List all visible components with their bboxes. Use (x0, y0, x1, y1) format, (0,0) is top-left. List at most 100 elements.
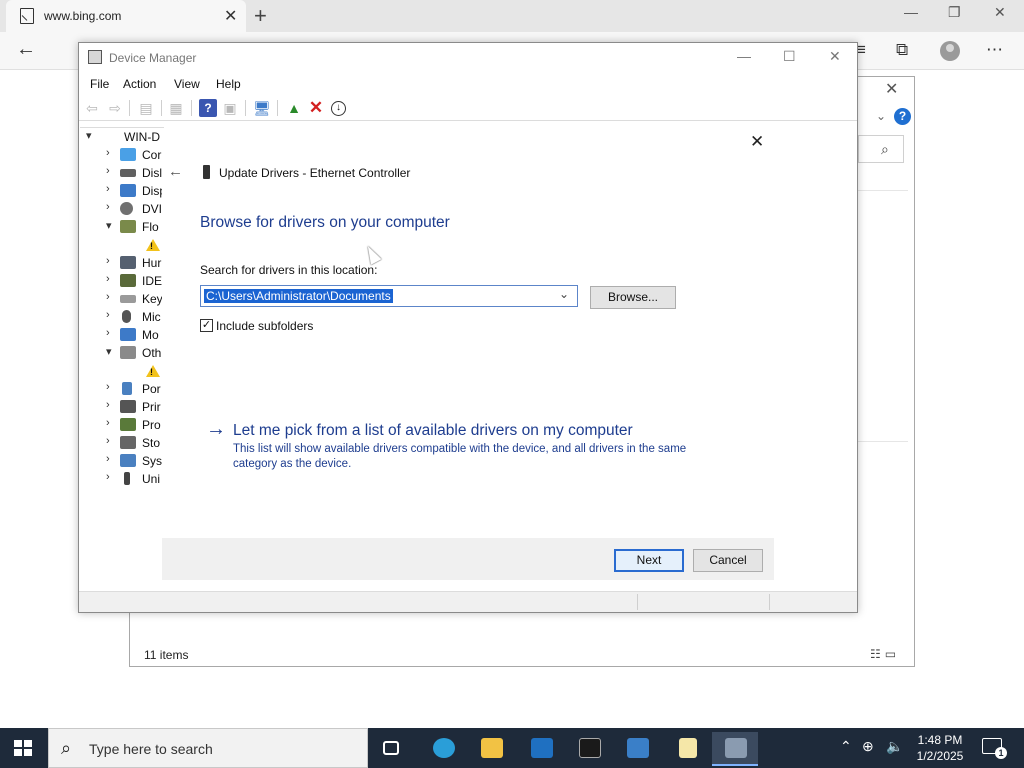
dvd-drive-icon (120, 202, 133, 215)
tree-label: Disp (142, 184, 164, 198)
view-toggle-icons[interactable]: ☷▭ (870, 647, 900, 661)
more-menu-button[interactable]: ⋯ (986, 40, 1003, 60)
action-pane-icon[interactable]: ▣ (221, 99, 239, 117)
browser-restore-button[interactable]: ❐ (948, 4, 961, 21)
warning-icon[interactable] (140, 362, 160, 377)
expander-icon[interactable]: ▾ (86, 129, 96, 142)
background-close-icon[interactable]: ✕ (885, 79, 898, 99)
computer-icon (120, 148, 136, 161)
tree-label: Prir (142, 400, 161, 414)
tab-close-button[interactable]: ✕ (224, 6, 237, 26)
taskbar-search-box[interactable]: ⌕ Type here to search (48, 728, 368, 768)
scan-for-hardware-icon[interactable]: 🖥 (253, 99, 271, 117)
tree-label: Oth (142, 346, 162, 360)
back-button[interactable]: ← (16, 38, 36, 61)
browse-button[interactable]: Browse... (590, 286, 676, 309)
arrow-right-icon[interactable]: → (206, 418, 226, 441)
forward-arrow-icon[interactable]: ⇨ (106, 99, 124, 117)
include-subfolders-label[interactable]: Include subfolders (216, 319, 313, 333)
toolbar: ⇦ ⇨ ▤ ▦ ? ▣ 🖥 ▲ ✕ ↓ (79, 95, 857, 121)
expander-icon[interactable]: › (106, 183, 116, 195)
expander-icon[interactable]: › (106, 381, 116, 393)
expander-icon[interactable]: › (106, 327, 116, 339)
tree-label: Uni (142, 472, 161, 486)
divider (858, 441, 908, 442)
maximize-button[interactable]: ☐ (783, 48, 796, 65)
expander-icon[interactable]: ▾ (106, 219, 116, 232)
menu-view[interactable]: View (174, 77, 200, 91)
network-icon[interactable]: ⊕ (862, 738, 874, 755)
notepad-taskbar-icon[interactable] (664, 732, 710, 766)
terminal-taskbar-icon[interactable] (566, 732, 612, 766)
show-hide-console-tree-icon[interactable]: ▤ (137, 99, 155, 117)
menu-action[interactable]: Action (123, 77, 156, 91)
task-view-button[interactable] (368, 732, 414, 766)
device-tree: ▾ WIN-D › Cor › Disl › Disp › DVI ▾ Flo (80, 127, 164, 588)
system-clock[interactable]: 1:48 PM 1/2/2025 (912, 732, 968, 764)
expander-icon[interactable]: › (106, 201, 116, 213)
expander-icon[interactable]: › (106, 273, 116, 285)
tree-label: Sto (142, 436, 161, 450)
browser-minimize-button[interactable]: — (904, 4, 918, 20)
expander-icon[interactable]: › (106, 471, 116, 483)
uninstall-device-icon[interactable]: ✕ (307, 99, 325, 117)
driver-path-value[interactable]: C:\Users\Administrator\Documents (204, 289, 393, 303)
update-driver-icon[interactable]: ▲ (285, 99, 303, 117)
expander-icon[interactable]: › (106, 453, 116, 465)
status-segment (769, 594, 770, 610)
disk-drive-icon (120, 169, 136, 177)
driver-path-combobox[interactable]: C:\Users\Administrator\Documents ⌄ (200, 285, 578, 307)
ethernet-device-icon (203, 165, 210, 179)
file-explorer-taskbar-icon[interactable] (468, 732, 514, 766)
back-arrow-icon[interactable]: ⇦ (83, 99, 101, 117)
expander-icon[interactable]: › (106, 417, 116, 429)
floppy-controller-icon (120, 220, 136, 233)
expander-icon[interactable]: ▾ (106, 345, 116, 358)
cancel-button[interactable]: Cancel (693, 549, 763, 572)
tree-label: DVI (142, 202, 163, 216)
include-subfolders-checkbox[interactable]: ✓ (200, 319, 213, 332)
start-button[interactable] (14, 740, 32, 756)
network-app-taskbar-icon[interactable] (614, 732, 660, 766)
disable-device-icon[interactable]: ↓ (331, 101, 346, 116)
dialog-close-button[interactable]: ✕ (750, 132, 764, 152)
menu-file[interactable]: File (90, 77, 109, 91)
close-button[interactable]: ✕ (829, 48, 841, 65)
browser-close-button[interactable]: ✕ (994, 4, 1006, 21)
help-icon[interactable]: ? (199, 99, 217, 117)
warning-icon[interactable] (140, 236, 160, 251)
help-icon[interactable]: ? (894, 108, 911, 125)
mouse-icon (122, 310, 131, 323)
minimize-button[interactable]: — (737, 48, 751, 64)
search-icon: ⌕ (881, 141, 889, 157)
profile-avatar[interactable] (940, 41, 960, 61)
menu-help[interactable]: Help (216, 77, 241, 91)
dialog-back-button[interactable]: ← (168, 163, 183, 180)
expander-icon[interactable]: › (106, 165, 116, 177)
chevron-up-icon[interactable]: ⌃ (840, 738, 852, 755)
browser-tab[interactable]: www.bing.com ✕ (6, 0, 246, 32)
expander-icon[interactable]: › (106, 147, 116, 159)
device-manager-taskbar-icon[interactable] (712, 732, 758, 766)
divider (858, 190, 908, 191)
volume-muted-icon[interactable]: 🔈 (886, 738, 903, 755)
expander-icon[interactable]: › (106, 309, 116, 321)
edge-taskbar-icon[interactable] (420, 732, 466, 766)
page-icon (20, 8, 34, 24)
tree-label: Key (142, 292, 163, 306)
pick-from-list-link[interactable]: Let me pick from a list of available dri… (233, 422, 633, 440)
chevron-down-icon[interactable]: ⌄ (876, 109, 886, 123)
new-tab-button[interactable]: + (254, 3, 267, 29)
background-search-box[interactable]: ⌕ (858, 135, 904, 163)
expander-icon[interactable]: › (106, 435, 116, 447)
notification-center-button[interactable]: 1 (982, 738, 1007, 759)
toolbar-separator (161, 100, 162, 116)
server-manager-taskbar-icon[interactable] (518, 732, 564, 766)
expander-icon[interactable]: › (106, 255, 116, 267)
next-button[interactable]: Next (614, 549, 684, 572)
expander-icon[interactable]: › (106, 399, 116, 411)
chevron-down-icon[interactable]: ⌄ (559, 287, 569, 301)
properties-icon[interactable]: ▦ (167, 99, 185, 117)
expander-icon[interactable]: › (106, 291, 116, 303)
collections-icon[interactable]: ⧉ (896, 40, 908, 60)
